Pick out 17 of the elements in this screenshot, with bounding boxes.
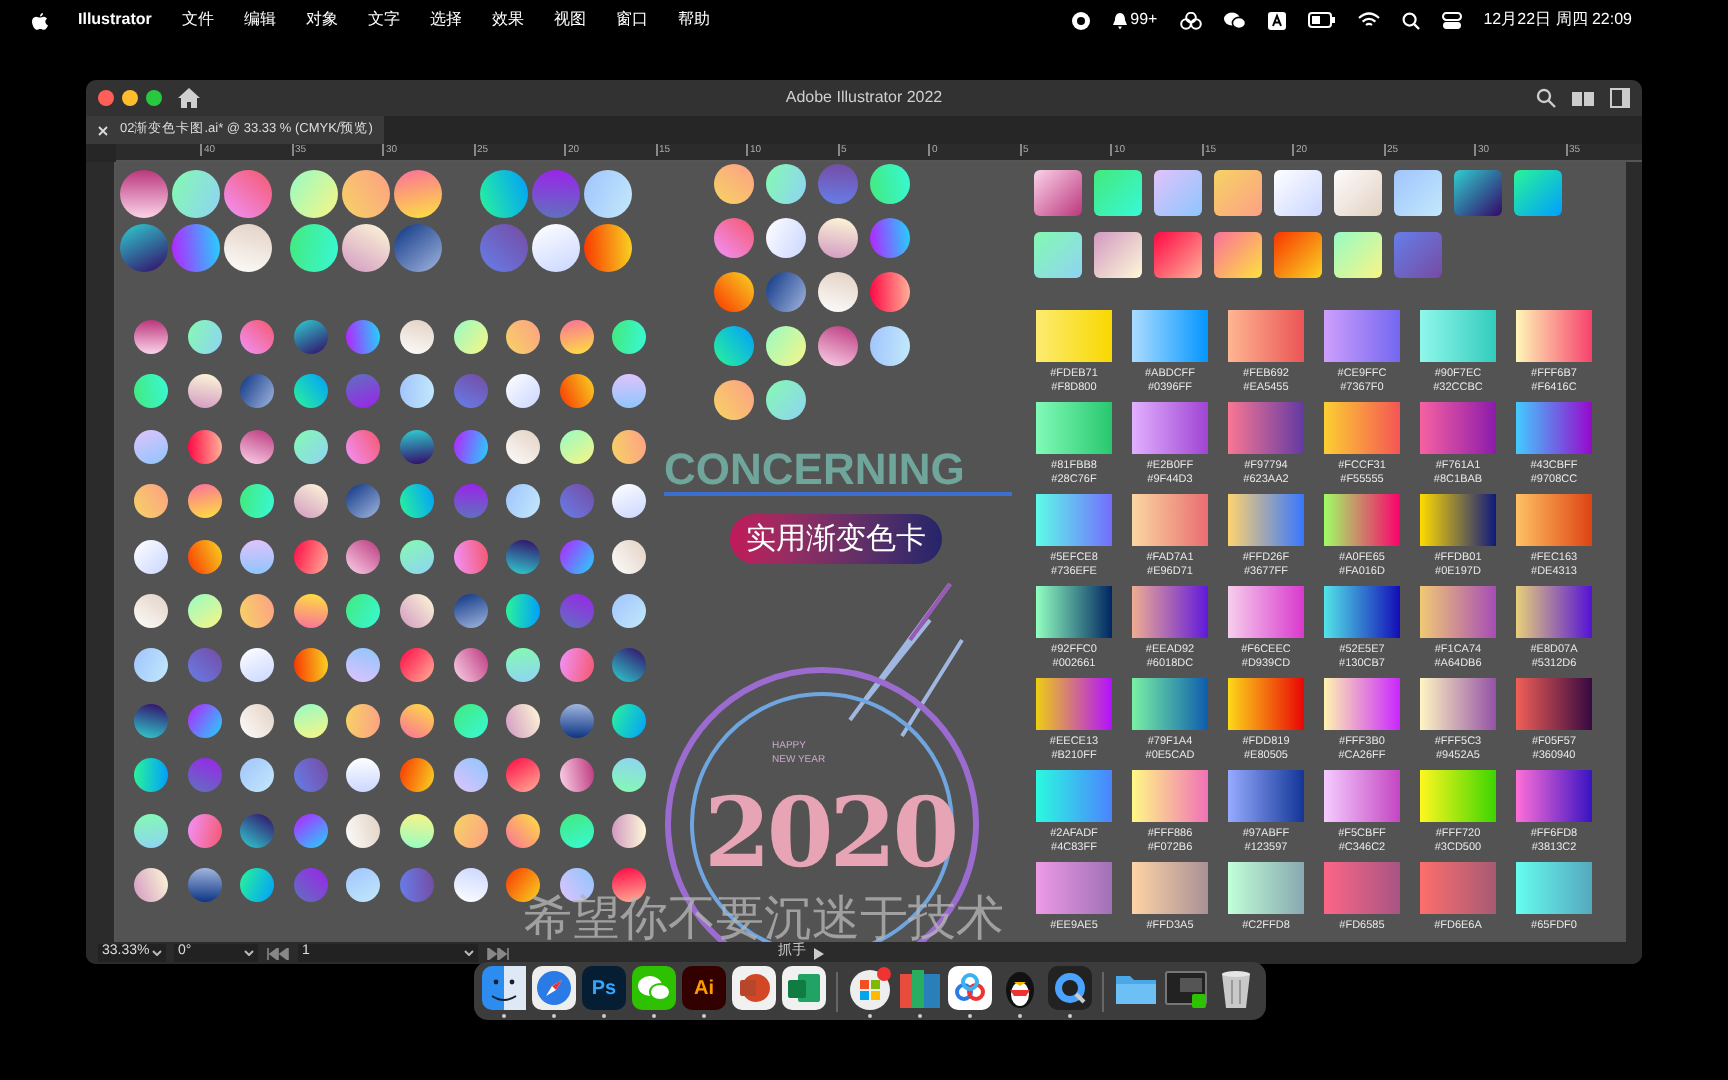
menu-item[interactable]: 视图: [553, 8, 586, 32]
ai-app-icon[interactable]: Ai: [682, 966, 726, 1010]
menu-item[interactable]: 效果: [491, 8, 524, 32]
ps-app-icon[interactable]: Ps: [582, 966, 626, 1010]
notification-count: 99+: [1130, 8, 1158, 32]
app-menu[interactable]: Illustrator: [78, 8, 152, 32]
menu-item[interactable]: 帮助: [677, 8, 710, 32]
menu-bar-clock[interactable]: 12月22日 周四 22:09: [1483, 8, 1632, 32]
menu-item[interactable]: 对象: [305, 8, 338, 32]
window-title: Adobe Illustrator 2022: [785, 86, 943, 110]
menu-item[interactable]: 文字: [367, 8, 400, 32]
menu-item[interactable]: 文件: [181, 8, 214, 32]
menu-item[interactable]: 选择: [429, 8, 462, 32]
menu-item[interactable]: 编辑: [243, 8, 276, 32]
title-badge: 实用渐变色卡: [730, 514, 942, 564]
headline-text: CONCERNING: [664, 448, 1012, 496]
menu-item[interactable]: 窗口: [615, 8, 648, 32]
